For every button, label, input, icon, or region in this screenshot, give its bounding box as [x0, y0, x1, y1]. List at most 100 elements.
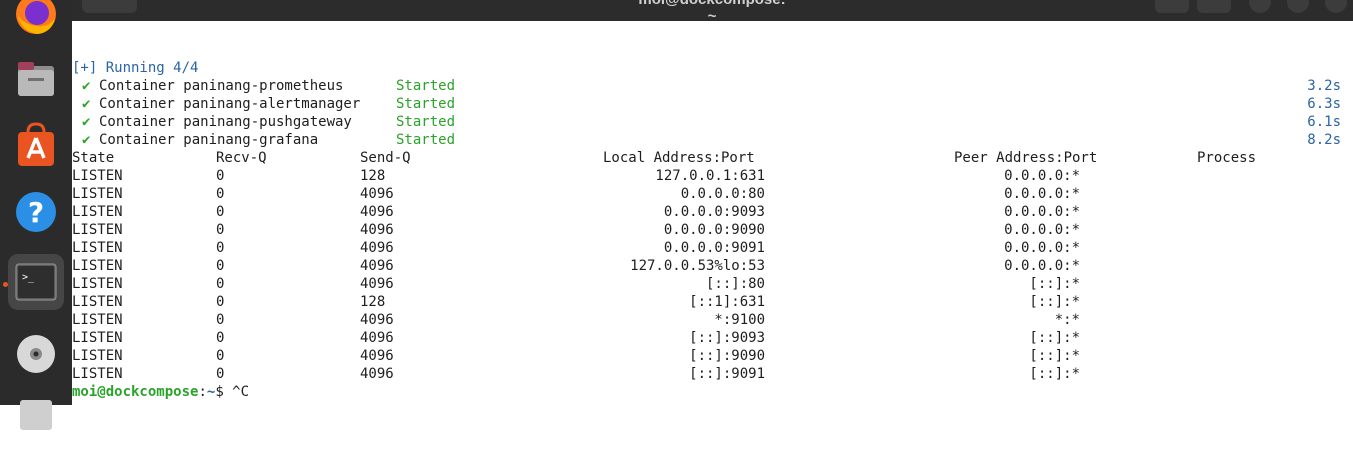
container-time: 8.2s — [1307, 132, 1341, 148]
prompt-line: moi@dockcompose:~$ ^C — [72, 383, 249, 401]
cell-sendq: 128 — [360, 168, 386, 184]
header-sendq: Send-Q — [360, 150, 411, 166]
compose-running-line: [+] Running 4/4 — [72, 60, 199, 76]
cell-sendq: 4096 — [360, 348, 394, 364]
container-label: Container paninang-pushgateway — [99, 114, 352, 130]
table-row: LISTEN 0 4096 0.0.0.0:9091 0.0.0.0:* — [72, 239, 1353, 257]
help-icon[interactable]: ? — [8, 184, 64, 240]
title-bar: moi@dockcompose: ~ — [72, 0, 1353, 25]
svg-text:?: ? — [28, 196, 44, 229]
close-button[interactable] — [1325, 0, 1347, 13]
files-icon[interactable] — [8, 52, 64, 108]
prompt-dollar: $ — [215, 384, 224, 400]
app-center-icon[interactable] — [8, 118, 64, 174]
minimize-button[interactable] — [1249, 0, 1271, 13]
cell-sendq: 4096 — [360, 258, 394, 274]
prompt-user-host: moi@dockcompose — [72, 384, 199, 400]
cell-local-address: 0.0.0.0:9093 — [663, 204, 765, 220]
container-status: Started — [396, 114, 456, 130]
container-line: ✔ Container paninang-grafana Started 8.2s — [72, 131, 1341, 149]
container-status: Started — [396, 96, 456, 112]
container-label: Container paninang-alertmanager — [99, 96, 361, 112]
cell-peer-address: [::]:* — [1029, 348, 1080, 364]
running-indicator — [3, 282, 8, 287]
cell-sendq: 4096 — [360, 204, 394, 220]
cell-recvq: 0 — [216, 222, 225, 238]
check-icon: ✔ — [82, 114, 91, 130]
cell-sendq: 4096 — [360, 222, 394, 238]
cell-sendq: 4096 — [360, 330, 394, 346]
cell-local-address: [::]:9093 — [689, 330, 765, 346]
cell-local-address: 127.0.0.1:631 — [655, 168, 765, 184]
cell-sendq: 128 — [360, 294, 386, 310]
cell-peer-address: [::]:* — [1029, 276, 1080, 292]
container-label: Container paninang-grafana — [99, 132, 319, 148]
container-status: Started — [396, 78, 456, 94]
cell-peer-address: 0.0.0.0:* — [1004, 168, 1080, 184]
container-label: Container paninang-prometheus — [99, 78, 344, 94]
cell-state: LISTEN — [72, 330, 123, 346]
check-icon: ✔ — [82, 78, 91, 94]
cell-sendq: 4096 — [360, 186, 394, 202]
disc-icon[interactable] — [8, 326, 64, 382]
cell-recvq: 0 — [216, 186, 225, 202]
check-icon: ✔ — [82, 96, 91, 112]
cell-state: LISTEN — [72, 168, 123, 184]
cell-peer-address: [::]:* — [1029, 366, 1080, 382]
header-recvq: Recv-Q — [216, 150, 267, 166]
prompt-colon: : — [198, 384, 207, 400]
cell-state: LISTEN — [72, 222, 123, 238]
cell-state: LISTEN — [72, 276, 123, 292]
search-button[interactable] — [1155, 0, 1189, 13]
menu-button[interactable] — [1197, 0, 1231, 13]
header-state: State — [72, 150, 115, 166]
cell-local-address: 0.0.0.0:9090 — [663, 222, 765, 238]
cell-peer-address: 0.0.0.0:* — [1004, 204, 1080, 220]
prompt-command: ^C — [223, 384, 250, 400]
terminal-icon[interactable]: >_ — [8, 254, 64, 310]
table-header: State Recv-Q Send-Q Local Address:Port Peer … — [72, 149, 1353, 167]
maximize-button[interactable] — [1287, 0, 1309, 13]
cell-recvq: 0 — [216, 312, 225, 328]
check-icon: ✔ — [82, 132, 91, 148]
header-local-address: Local Address:Port — [603, 150, 755, 166]
svg-text:>_: >_ — [22, 272, 35, 283]
table-row: LISTEN 0 4096 *:9100 *:* — [72, 311, 1353, 329]
cell-local-address: [::]:80 — [705, 276, 765, 292]
firefox-icon[interactable] — [8, 0, 64, 42]
cell-peer-address: 0.0.0.0:* — [1004, 240, 1080, 256]
cell-state: LISTEN — [72, 348, 123, 364]
cell-recvq: 0 — [216, 168, 225, 184]
cell-sendq: 4096 — [360, 276, 394, 292]
table-row: LISTEN 0 128 [::1]:631 [::]:* — [72, 293, 1353, 311]
container-line: ✔ Container paninang-prometheus Started 3.2… — [72, 77, 1341, 95]
cell-recvq: 0 — [216, 258, 225, 274]
cell-local-address: [::]:9090 — [689, 348, 765, 364]
cell-sendq: 4096 — [360, 312, 394, 328]
table-row: LISTEN 0 4096 [::]:9093 [::]:* — [72, 329, 1353, 347]
cell-peer-address: 0.0.0.0:* — [1004, 222, 1080, 238]
cell-state: LISTEN — [72, 204, 123, 220]
cell-local-address: 0.0.0.0:80 — [680, 186, 765, 202]
cell-recvq: 0 — [216, 204, 225, 220]
new-tab-button[interactable] — [82, 0, 137, 13]
cell-local-address: [::]:9091 — [689, 366, 765, 382]
cell-peer-address: *:* — [1054, 312, 1080, 328]
drive-icon[interactable] — [8, 390, 64, 446]
terminal-output[interactable]: [+] Running 4/4 ✔ Container paninang-prom… — [72, 21, 1353, 405]
cell-state: LISTEN — [72, 240, 123, 256]
cell-state: LISTEN — [72, 366, 123, 382]
container-time: 3.2s — [1307, 78, 1341, 94]
cell-peer-address: 0.0.0.0:* — [1004, 258, 1080, 274]
header-process: Process — [1197, 150, 1257, 166]
cell-sendq: 4096 — [360, 366, 394, 382]
cell-peer-address: [::]:* — [1029, 294, 1080, 310]
table-row: LISTEN 0 4096 0.0.0.0:80 0.0.0.0:* — [72, 185, 1353, 203]
cell-recvq: 0 — [216, 348, 225, 364]
dock: ? >_ — [0, 0, 72, 430]
container-time: 6.3s — [1307, 96, 1341, 112]
cell-recvq: 0 — [216, 240, 225, 256]
table-row: LISTEN 0 4096 [::]:9091 [::]:* — [72, 365, 1353, 383]
cell-sendq: 4096 — [360, 240, 394, 256]
header-peer-address: Peer Address:Port — [954, 150, 1098, 166]
